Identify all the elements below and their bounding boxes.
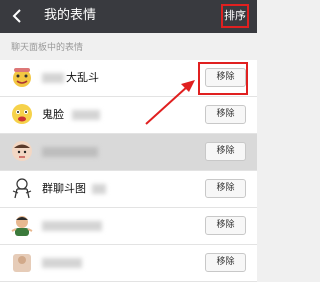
remove-button[interactable]: 移除 <box>205 253 246 272</box>
blurred-text <box>42 258 82 268</box>
pointer-arrow-icon <box>145 80 195 125</box>
